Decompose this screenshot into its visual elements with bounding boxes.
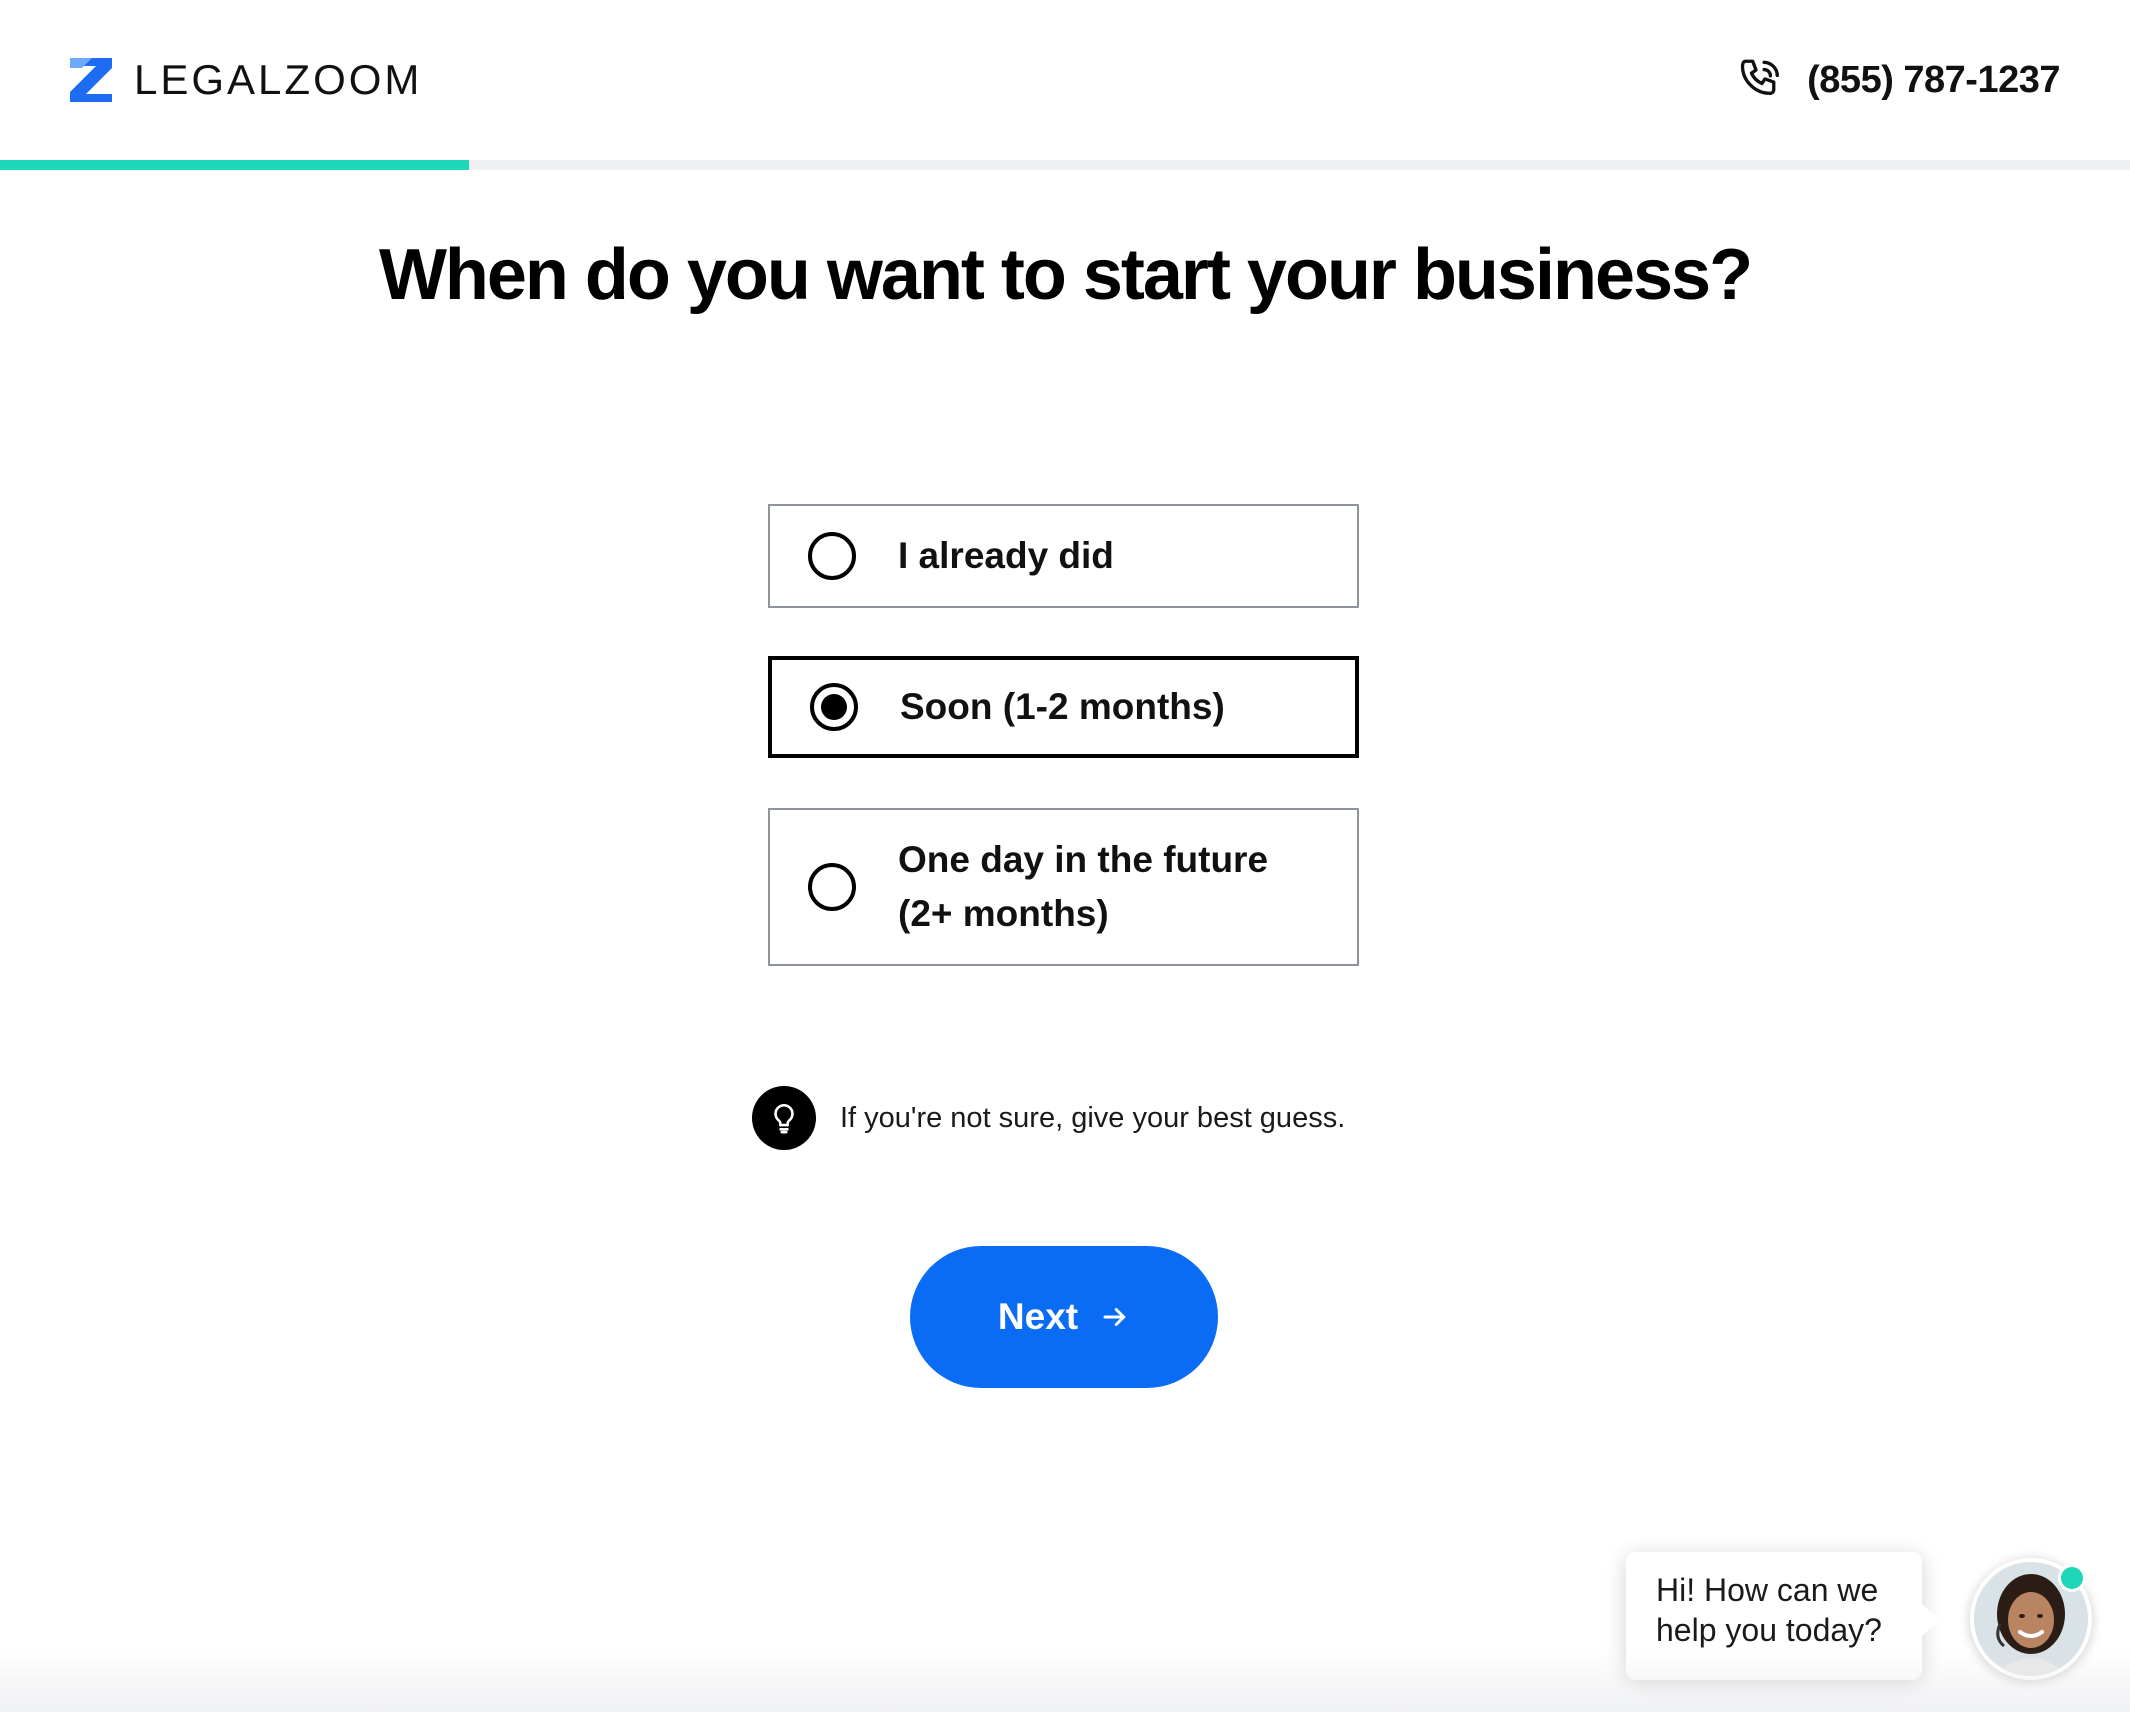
option-label: I already did xyxy=(898,535,1114,576)
phone-icon xyxy=(1740,59,1780,96)
radio-button-selected[interactable] xyxy=(810,683,858,731)
next-label: Next xyxy=(997,1296,1079,1337)
phone-number[interactable]: (855) 787-1237 xyxy=(1807,59,2060,102)
option-already-did[interactable]: I already did xyxy=(768,504,1359,608)
logo[interactable]: LEGALZOOM xyxy=(68,56,422,104)
arrow-right-icon xyxy=(1103,1308,1126,1326)
tip: If you're not sure, give your best guess… xyxy=(752,1086,1345,1150)
tip-text: If you're not sure, give your best guess… xyxy=(840,1101,1346,1134)
progress-bar-fill xyxy=(0,160,469,170)
radio-button[interactable] xyxy=(808,863,856,911)
option-label-line1: One day in the future xyxy=(898,839,1269,880)
option-soon[interactable]: Soon (1-2 months) xyxy=(768,656,1359,758)
chat-greeting-bubble[interactable]: Hi! How can we help you today? xyxy=(1626,1552,1940,1680)
phone-contact[interactable]: (855) 787-1237 xyxy=(1735,54,2060,106)
chat-line-2: help you today? xyxy=(1656,1612,1882,1648)
legalzoom-logo-icon xyxy=(70,58,112,102)
option-label: One day in the future (2+ months) xyxy=(898,833,1268,941)
question-title: When do you want to start your business? xyxy=(378,235,1753,315)
online-status-dot xyxy=(2058,1564,2086,1592)
next-button[interactable]: Next xyxy=(910,1246,1218,1388)
header: LEGALZOOM (855) 787-1237 xyxy=(0,0,2130,160)
option-label: Soon (1-2 months) xyxy=(900,686,1225,727)
option-one-day-future[interactable]: One day in the future (2+ months) xyxy=(768,808,1359,966)
option-label-line2: (2+ months) xyxy=(898,893,1109,934)
progress-bar xyxy=(0,160,2130,170)
radio-button[interactable] xyxy=(808,532,856,580)
brand-name: LEGALZOOM xyxy=(134,56,423,103)
chat-line-1: Hi! How can we xyxy=(1656,1572,1879,1608)
lightbulb-icon xyxy=(752,1086,816,1150)
